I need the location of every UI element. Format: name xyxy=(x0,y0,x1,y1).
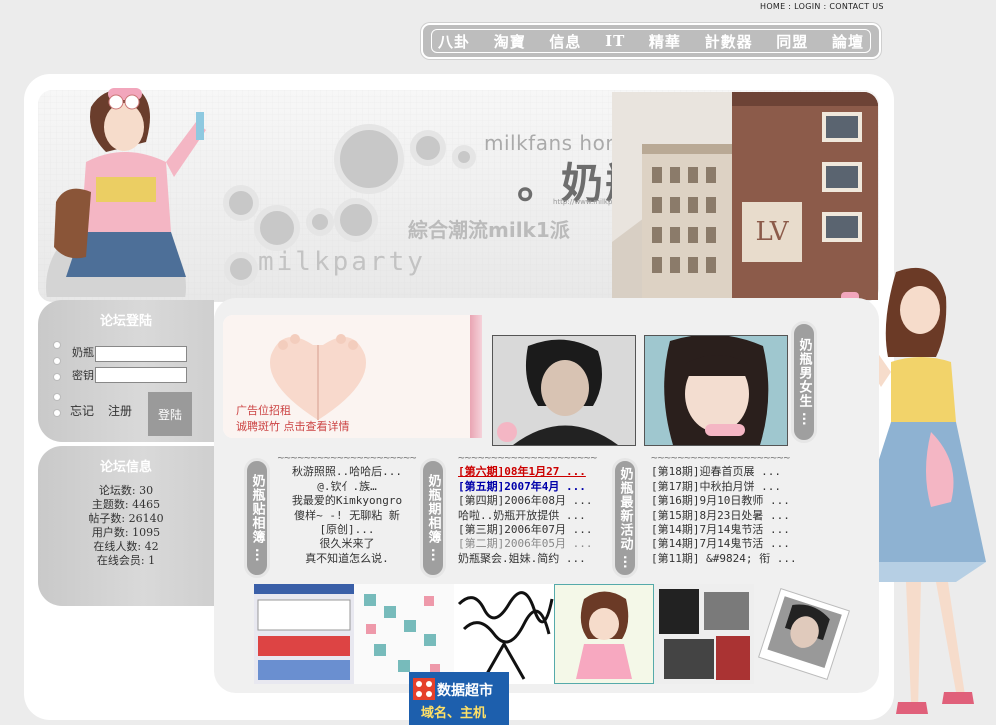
banner-circle xyxy=(410,130,446,166)
list-item[interactable]: @.钦亻.族… xyxy=(276,480,418,494)
section-label-text: 奶瓶男女生 xyxy=(796,338,812,409)
bottom-ad-subtitle: 域名、主机 xyxy=(421,706,487,721)
thumbnail-icons[interactable] xyxy=(354,584,454,684)
dots-icon: ··· xyxy=(250,548,264,562)
nav-item-best[interactable]: 精華 xyxy=(649,31,681,52)
info-title: 论坛信息 xyxy=(99,460,152,475)
list-separator: ~~~~~~~~~~~~~~~~~~~~~ xyxy=(277,451,417,464)
banner-circle xyxy=(254,205,300,251)
thumbnail-collage[interactable] xyxy=(654,584,754,684)
thumbnail-screenshot[interactable] xyxy=(254,584,354,684)
list-item[interactable]: [原创]... xyxy=(276,523,418,537)
section-label-post-album[interactable]: 奶瓶贴相簿 ··· xyxy=(244,458,270,578)
list-item[interactable]: [第16期]9月10日教师 ... xyxy=(651,494,801,508)
list-separator: ~~~~~~~~~~~~~~~~~~~~~ xyxy=(458,451,598,464)
nav-item-alliance[interactable]: 同盟 xyxy=(776,31,808,52)
list-item[interactable]: [第17期]中秋拍月饼 ... xyxy=(651,480,801,494)
ad-text-recruit[interactable]: 诚聘斑竹 点击查看详情 xyxy=(236,418,350,434)
nav-item-info[interactable]: 信息 xyxy=(549,31,581,52)
nav-item-it[interactable]: IT xyxy=(605,32,625,50)
logo-icon xyxy=(413,678,435,700)
stat-topics: 主题数: 4465 xyxy=(91,498,161,511)
bullet-icon xyxy=(54,410,60,416)
nav-item-forum[interactable]: 論壇 xyxy=(832,31,864,52)
list-item[interactable]: [第15期]8月23日处暑 ... xyxy=(651,509,801,523)
stat-posts: 帖子数: 26140 xyxy=(88,512,164,525)
section-label-text: 奶瓶最新活动 xyxy=(617,467,633,552)
bottom-ad-data-market[interactable]: 数据超市 域名、主机 xyxy=(409,672,509,725)
list-item[interactable]: 奶瓶聚会.姐妹.简约 ... xyxy=(458,552,606,566)
bullet-icon xyxy=(54,358,60,364)
dots-icon: ··· xyxy=(426,548,440,562)
member-photo-girl[interactable] xyxy=(644,335,788,446)
post-album-list: ~~~~~~~~~~~~~~~~~~~~~ 秋游照照..哈哈后... @.钦亻.… xyxy=(276,451,418,566)
banner-circle xyxy=(452,145,476,169)
top-links[interactable]: HOME : LOGIN : CONTACT US xyxy=(760,2,884,11)
list-item[interactable]: [第三期]2006年07月 ... xyxy=(458,523,606,537)
list-item[interactable]: 真不知道怎么说. xyxy=(276,552,418,566)
events-list: ~~~~~~~~~~~~~~~~~~~~~ [第18期]迎春首页展 ... [第… xyxy=(651,451,801,566)
svg-text:LV: LV xyxy=(756,217,790,247)
login-button[interactable]: 登陆 xyxy=(148,392,192,436)
forgot-link[interactable]: 忘记 xyxy=(70,402,94,419)
list-separator: ~~~~~~~~~~~~~~~~~~~~~ xyxy=(651,451,791,464)
section-label-text: 奶瓶期相簿 xyxy=(425,474,441,545)
nav-item-shopping[interactable]: 淘寶 xyxy=(494,31,526,52)
bullet-icon xyxy=(54,342,60,348)
list-item[interactable]: 哈啦..奶瓶开放提供 ... xyxy=(458,509,606,523)
issue-album-list: ~~~~~~~~~~~~~~~~~~~~~ [第六期]08年1月27 ... [… xyxy=(458,451,606,566)
list-item[interactable]: [第五期]2007年4月 ... xyxy=(458,480,606,494)
ad-text-rent[interactable]: 广告位招租 xyxy=(236,402,291,418)
list-item[interactable]: [第二期]2006年05月 ... xyxy=(458,537,606,551)
banner-circle xyxy=(334,124,404,194)
nav-item-counter[interactable]: 計數器 xyxy=(705,31,753,52)
list-item[interactable]: 傻样~ -! 无聊粘 新 xyxy=(276,509,418,523)
section-label-issue-album[interactable]: 奶瓶期相簿 ··· xyxy=(420,458,446,578)
forum-info-panel: 论坛信息 论坛数: 30 主题数: 4465 帖子数: 26140 用户数: 1… xyxy=(38,446,214,606)
username-input[interactable] xyxy=(95,346,187,362)
banner-slogan: 綜合潮流milk1派 xyxy=(408,218,570,242)
banner-circle xyxy=(334,198,378,242)
username-label: 奶瓶 xyxy=(72,346,94,359)
girl-illustration-left xyxy=(46,82,216,357)
list-item[interactable]: [第14期]7月14鬼节活 ... xyxy=(651,523,801,537)
stat-users: 用户数: 1095 xyxy=(91,526,161,539)
list-item[interactable]: 秋游照照..哈哈后... xyxy=(276,465,418,479)
list-item[interactable]: 我最爱的Kimkyongro xyxy=(276,494,418,508)
stat-online-members: 在线会员: 1 xyxy=(96,554,156,567)
main-nav: 八卦 淘寶 信息 IT 精華 計數器 同盟 論壇 xyxy=(421,23,881,59)
list-item[interactable]: [第14期]7月14鬼节活 ... xyxy=(651,537,801,551)
register-link[interactable]: 注册 xyxy=(108,402,132,419)
ad-divider xyxy=(470,315,482,438)
banner-circle xyxy=(223,185,259,221)
password-label: 密钥 xyxy=(72,369,94,382)
list-item[interactable]: [第11期] &#9824; 衔 ... xyxy=(651,552,801,566)
login-title: 论坛登陆 xyxy=(99,314,152,329)
member-photo-boy[interactable] xyxy=(492,335,636,446)
bullet-icon xyxy=(54,374,60,380)
thumbnail-handwriting[interactable] xyxy=(454,584,554,684)
section-label-boys-girls[interactable]: 奶瓶男女生 ··· xyxy=(791,321,817,443)
banner-circle xyxy=(224,252,258,286)
list-item[interactable]: [第六期]08年1月27 ... xyxy=(458,465,606,479)
banner-circle xyxy=(306,208,334,236)
list-item[interactable]: 很久米来了 xyxy=(276,537,418,551)
dots-icon: ··· xyxy=(618,555,632,569)
stat-forums: 论坛数: 30 xyxy=(98,484,154,497)
banner-milkparty: milkparty xyxy=(258,247,426,277)
stat-online: 在线人数: 42 xyxy=(93,540,159,553)
nav-item-gossip[interactable]: 八卦 xyxy=(438,31,470,52)
thumbnail-photo[interactable] xyxy=(754,584,854,684)
thumbnail-cartoon[interactable] xyxy=(554,584,654,684)
bullet-icon xyxy=(54,394,60,400)
login-panel: 论坛登陆 奶瓶 密钥 忘记 注册 登陆 xyxy=(38,300,214,442)
section-label-new-events[interactable]: 奶瓶最新活动 ··· xyxy=(612,458,638,578)
section-label-text: 奶瓶贴相簿 xyxy=(249,474,265,545)
bottom-ad-title: 数据超市 xyxy=(437,683,493,699)
dots-icon: ··· xyxy=(797,412,811,426)
password-input[interactable] xyxy=(95,367,187,383)
list-item[interactable]: [第18期]迎春首页展 ... xyxy=(651,465,801,479)
list-item[interactable]: [第四期]2006年08月 ... xyxy=(458,494,606,508)
